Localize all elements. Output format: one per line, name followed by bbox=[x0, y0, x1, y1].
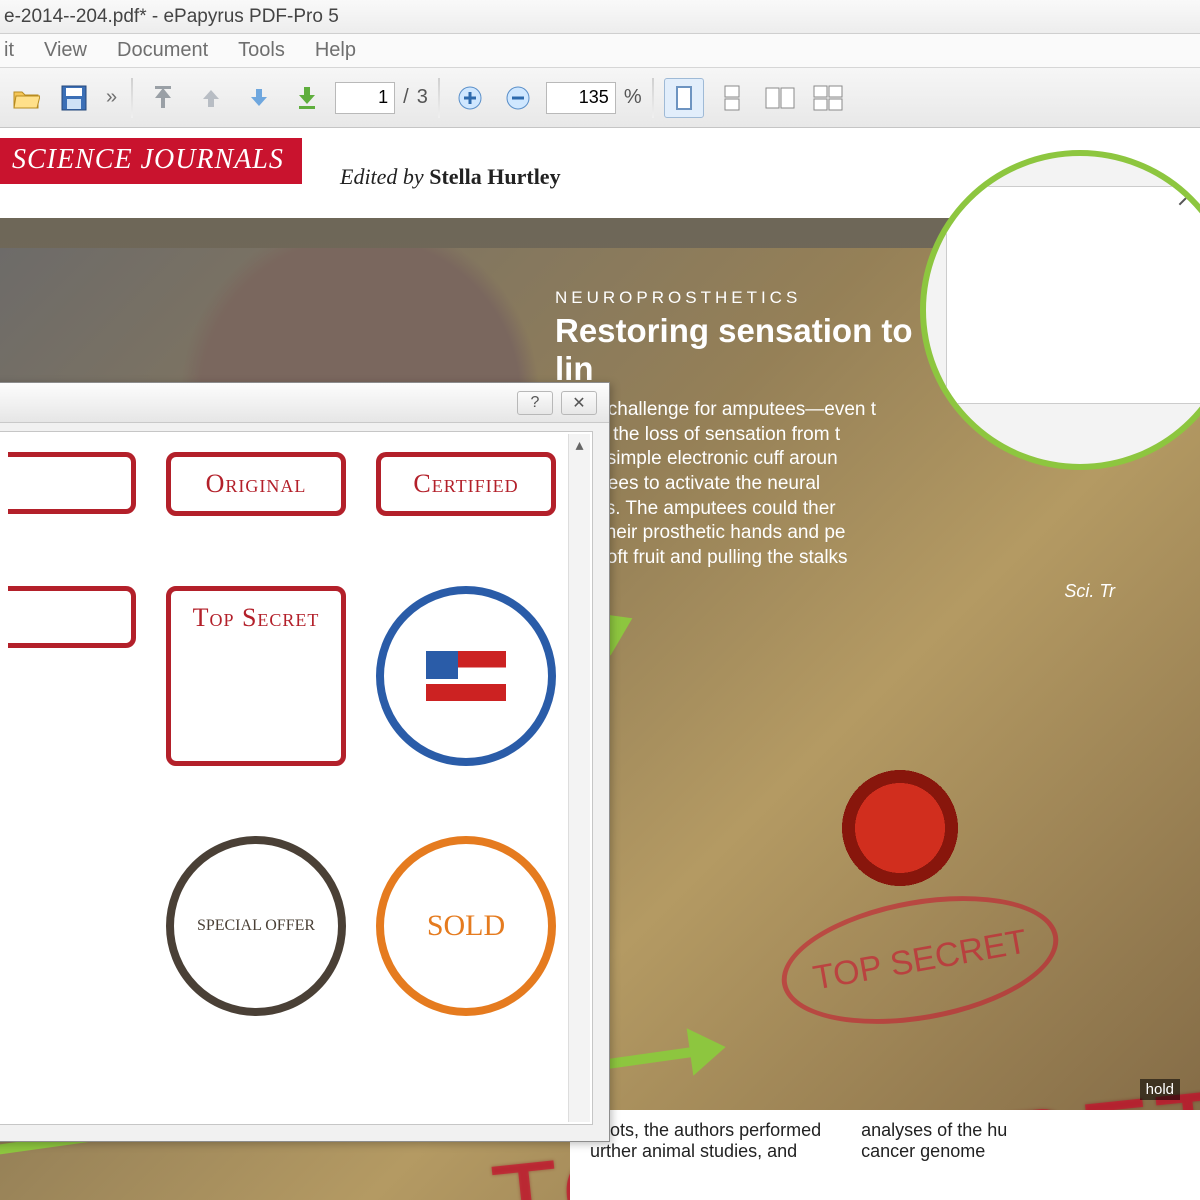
menu-help[interactable]: Help bbox=[315, 39, 356, 62]
folder-open-icon bbox=[12, 86, 40, 110]
minus-circle-icon bbox=[505, 85, 531, 111]
stamp-label: Original bbox=[206, 469, 307, 498]
menu-edit[interactable]: it bbox=[4, 39, 14, 62]
window-title: e-2014--204.pdf* - ePapyrus PDF-Pro 5 bbox=[4, 6, 339, 28]
toolbar-separator bbox=[438, 78, 440, 118]
footer-col-right: analyses of the hu cancer genome bbox=[861, 1120, 1007, 1190]
usa-flag-icon bbox=[426, 651, 506, 701]
plus-circle-icon bbox=[457, 85, 483, 111]
dialog-body: ▴ Original Certified Top Secret SPECIAL … bbox=[0, 431, 593, 1125]
toolbar: » / 3 % bbox=[0, 68, 1200, 128]
journal-badge: SCIENCE JOURNALS bbox=[0, 138, 302, 184]
layout-facing-button[interactable] bbox=[760, 78, 800, 118]
toolbar-separator bbox=[131, 78, 133, 118]
magnifier-thumbnail bbox=[946, 186, 1200, 404]
stamp-made-in-usa[interactable] bbox=[376, 586, 556, 766]
stamp-sold[interactable]: SOLD bbox=[376, 836, 556, 1016]
window-titlebar: e-2014--204.pdf* - ePapyrus PDF-Pro 5 bbox=[0, 0, 1200, 34]
photo-caption: hold bbox=[1140, 1079, 1180, 1100]
stamp-top-secret[interactable]: Top Secret bbox=[166, 586, 346, 766]
stamp-fragment[interactable] bbox=[8, 452, 136, 514]
layout-facing-continuous-button[interactable] bbox=[808, 78, 848, 118]
zoom-input[interactable] bbox=[546, 82, 616, 114]
layout-single-button[interactable] bbox=[664, 78, 704, 118]
stamp-fragment[interactable] bbox=[8, 586, 136, 648]
applied-stamp-round-label: TOP SECRET bbox=[810, 922, 1030, 998]
arrow-down-icon bbox=[247, 86, 271, 110]
stamp-label: SPECIAL OFFER bbox=[197, 917, 315, 935]
close-icon: ✕ bbox=[572, 393, 585, 413]
layout-continuous-button[interactable] bbox=[712, 78, 752, 118]
first-page-button[interactable] bbox=[143, 78, 183, 118]
callout-arrow-head bbox=[687, 1020, 753, 1076]
help-icon: ? bbox=[531, 394, 540, 412]
toolbar-separator bbox=[652, 78, 654, 118]
dialog-scrollbar[interactable]: ▴ bbox=[568, 434, 590, 1122]
floppy-icon bbox=[61, 85, 87, 111]
zoom-in-button[interactable] bbox=[450, 78, 490, 118]
page-number-input[interactable] bbox=[335, 82, 395, 114]
page-continuous-icon bbox=[720, 85, 744, 111]
edited-by-prefix: Edited by bbox=[340, 164, 429, 189]
page-separator: / bbox=[403, 86, 409, 109]
stamp-label: SOLD bbox=[427, 909, 505, 943]
last-page-button[interactable] bbox=[287, 78, 327, 118]
dialog-help-button[interactable]: ? bbox=[517, 391, 553, 415]
prev-page-button[interactable] bbox=[191, 78, 231, 118]
zoom-unit: % bbox=[624, 86, 642, 109]
editor-name: Stella Hurtley bbox=[429, 164, 560, 189]
arrow-last-icon bbox=[295, 86, 319, 110]
arrow-first-icon bbox=[151, 86, 175, 110]
journal-badge-label: SCIENCE JOURNALS bbox=[12, 144, 284, 175]
stamp-grid: Original Certified Top Secret SPECIAL OF… bbox=[8, 452, 556, 1016]
page-facing-icon bbox=[765, 86, 795, 110]
menu-tools[interactable]: Tools bbox=[238, 39, 285, 62]
footer-col-left: obots, the authors performed urther anim… bbox=[590, 1120, 821, 1190]
zoom-out-button[interactable] bbox=[498, 78, 538, 118]
stamp-label: Top Secret bbox=[193, 603, 320, 632]
open-button[interactable] bbox=[6, 78, 46, 118]
stamp-special-offer[interactable]: SPECIAL OFFER bbox=[166, 836, 346, 1016]
dialog-close-button[interactable]: ✕ bbox=[561, 391, 597, 415]
page-facing-cont-icon bbox=[813, 85, 843, 111]
menu-document[interactable]: Document bbox=[117, 39, 208, 62]
stamp-original[interactable]: Original bbox=[166, 452, 346, 516]
edited-by: Edited by Stella Hurtley bbox=[340, 164, 561, 190]
stamp-label: Certified bbox=[413, 469, 518, 498]
toolbar-overflow[interactable]: » bbox=[106, 86, 117, 109]
menubar: it View Document Tools Help bbox=[0, 34, 1200, 68]
page-single-icon bbox=[672, 85, 696, 111]
stamp-certified[interactable]: Certified bbox=[376, 452, 556, 516]
page-total: 3 bbox=[417, 86, 428, 109]
arrow-up-icon bbox=[199, 86, 223, 110]
stamp-dialog: ? ✕ ▴ Original Certified Top Secret SPEC… bbox=[0, 382, 610, 1142]
next-page-button[interactable] bbox=[239, 78, 279, 118]
scroll-up-icon[interactable]: ▴ bbox=[569, 434, 590, 456]
save-button[interactable] bbox=[54, 78, 94, 118]
menu-view[interactable]: View bbox=[44, 39, 87, 62]
dialog-titlebar[interactable]: ? ✕ bbox=[0, 383, 609, 423]
